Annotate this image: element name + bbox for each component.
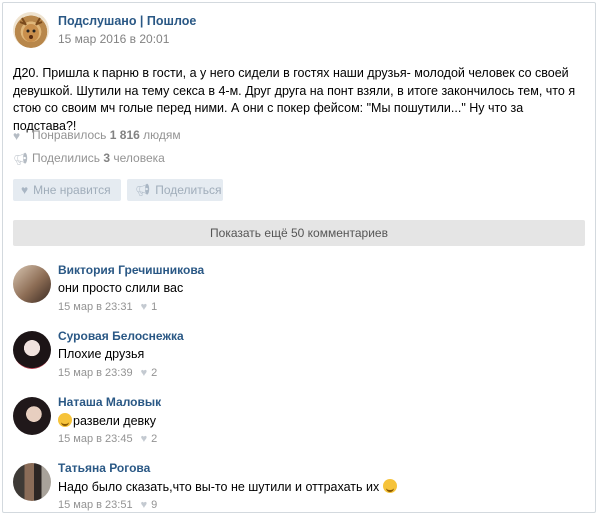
share-button-label: Поделиться (155, 183, 222, 197)
comment-author[interactable]: Виктория Гречишникова (58, 263, 204, 277)
comment-text-body: Надо было сказать,что вы-то не шутили и … (58, 480, 380, 494)
likes-stat[interactable]: ♥ Понравилось 1 816 людям (13, 128, 181, 143)
comment-text: они просто слили вас (58, 281, 184, 295)
likes-suffix: людям (143, 128, 181, 142)
heart-icon[interactable]: ♥ (141, 433, 148, 445)
comment-date[interactable]: 15 мар в 23:31 (58, 301, 133, 313)
like-button-label: Мне нравится (33, 183, 111, 197)
shares-count: 3 (103, 151, 111, 165)
post-card: Подслушано | Пошлое 15 мар 2016 в 20:01 … (2, 2, 596, 513)
megaphone-icon: 📢︎ (13, 152, 29, 166)
deer-avatar-icon (19, 17, 43, 42)
heart-icon: ♥ (13, 129, 21, 143)
comment-date[interactable]: 15 мар в 23:45 (58, 433, 133, 445)
avatar[interactable] (13, 265, 51, 303)
comment-item: Наташа Маловык развели девку 15 мар в 23… (13, 395, 585, 455)
shares-suffix: человека (113, 151, 165, 165)
likes-count: 1 816 (109, 128, 140, 142)
avatar[interactable] (13, 397, 51, 435)
comment-text: Плохие друзья (58, 347, 145, 361)
comment-text: развели девку (58, 413, 156, 428)
avatar[interactable] (13, 331, 51, 369)
heart-icon: ♥ (21, 183, 29, 197)
heart-icon[interactable]: ♥ (141, 499, 148, 511)
post-date[interactable]: 15 мар 2016 в 20:01 (58, 32, 169, 46)
comment-meta: 15 мар в 23:31 ♥ 1 (58, 301, 157, 313)
show-more-comments-button[interactable]: Показать ещё 50 комментариев (13, 220, 585, 246)
comment-item: Суровая Белоснежка Плохие друзья 15 мар … (13, 329, 585, 389)
post-text: Д20. Пришла к парню в гости, а у него си… (13, 66, 576, 133)
shares-stat[interactable]: 📢︎ Поделились 3 человека (13, 151, 165, 166)
comment-date[interactable]: 15 мар в 23:51 (58, 499, 133, 511)
comment-item: Виктория Гречишникова они просто слили в… (13, 263, 585, 323)
comment-author[interactable]: Татьяна Рогова (58, 461, 150, 475)
smirk-emoji-icon (382, 479, 397, 493)
laughing-emoji-icon (58, 413, 72, 427)
likes-label: Понравилось (32, 128, 107, 142)
comment-author[interactable]: Суровая Белоснежка (58, 329, 184, 343)
comment-meta: 15 мар в 23:45 ♥ 2 (58, 433, 157, 445)
megaphone-icon: 📢︎ (135, 183, 151, 197)
group-name-link[interactable]: Подслушано | Пошлое (58, 14, 196, 28)
shares-label: Поделились (32, 151, 100, 165)
group-avatar[interactable] (13, 12, 49, 48)
comment-likes: 2 (151, 433, 158, 445)
comment-likes: 1 (151, 301, 158, 313)
comment-date[interactable]: 15 мар в 23:39 (58, 367, 133, 379)
heart-icon[interactable]: ♥ (141, 301, 148, 313)
comment-author[interactable]: Наташа Маловык (58, 395, 161, 409)
comment-text: Надо было сказать,что вы-то не шутили и … (58, 479, 398, 494)
comment-text-body: развели девку (73, 414, 157, 428)
comment-meta: 15 мар в 23:51 ♥ 9 (58, 499, 157, 511)
heart-icon[interactable]: ♥ (141, 367, 148, 379)
comment-likes: 2 (151, 367, 158, 379)
comment-likes: 9 (151, 499, 158, 511)
share-button[interactable]: 📢︎ Поделиться (127, 179, 223, 201)
like-button[interactable]: ♥ Мне нравится (13, 179, 121, 201)
comment-meta: 15 мар в 23:39 ♥ 2 (58, 367, 157, 379)
comment-item: Татьяна Рогова Надо было сказать,что вы-… (13, 461, 585, 521)
avatar[interactable] (13, 463, 51, 501)
